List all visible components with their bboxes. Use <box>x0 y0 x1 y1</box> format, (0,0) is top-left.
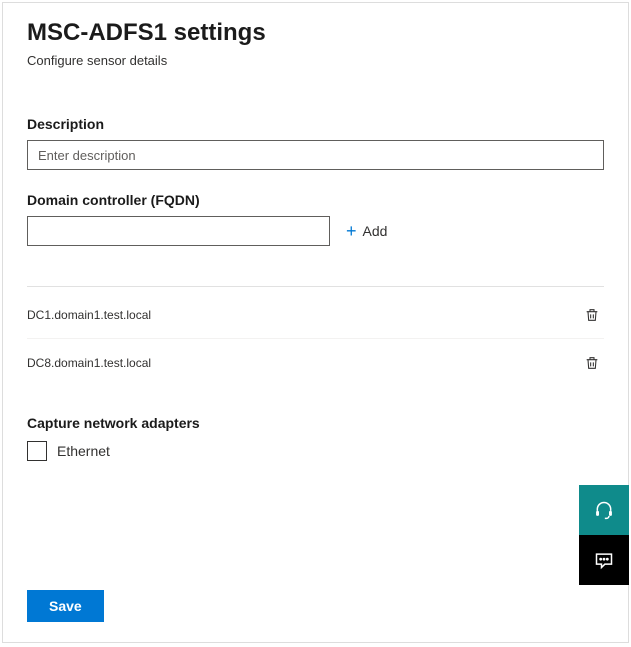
description-label: Description <box>27 116 604 132</box>
dc-name: DC8.domain1.test.local <box>27 356 151 370</box>
fqdn-input[interactable] <box>27 216 330 246</box>
page-title: MSC-ADFS1 settings <box>27 19 604 47</box>
support-button[interactable] <box>579 485 629 535</box>
fqdn-label: Domain controller (FQDN) <box>27 192 604 208</box>
adapter-row: Ethernet <box>27 441 604 461</box>
dc-row: DC1.domain1.test.local <box>27 291 604 339</box>
delete-button[interactable] <box>580 303 604 327</box>
trash-icon <box>584 307 600 323</box>
adapter-label: Ethernet <box>57 443 110 459</box>
headset-icon <box>594 500 614 520</box>
dc-row: DC8.domain1.test.local <box>27 339 604 387</box>
page-subtitle: Configure sensor details <box>27 53 604 68</box>
save-button[interactable]: Save <box>27 590 104 622</box>
chat-icon <box>594 550 614 570</box>
add-button-label: Add <box>363 223 388 239</box>
description-input[interactable] <box>27 140 604 170</box>
divider <box>27 286 604 287</box>
add-button[interactable]: + Add <box>340 218 393 244</box>
adapter-checkbox[interactable] <box>27 441 47 461</box>
trash-icon <box>584 355 600 371</box>
adapters-label: Capture network adapters <box>27 415 604 431</box>
delete-button[interactable] <box>580 351 604 375</box>
dc-name: DC1.domain1.test.local <box>27 308 151 322</box>
floating-actions <box>579 485 629 585</box>
feedback-button[interactable] <box>579 535 629 585</box>
settings-panel: MSC-ADFS1 settings Configure sensor deta… <box>2 2 629 643</box>
plus-icon: + <box>346 222 357 240</box>
